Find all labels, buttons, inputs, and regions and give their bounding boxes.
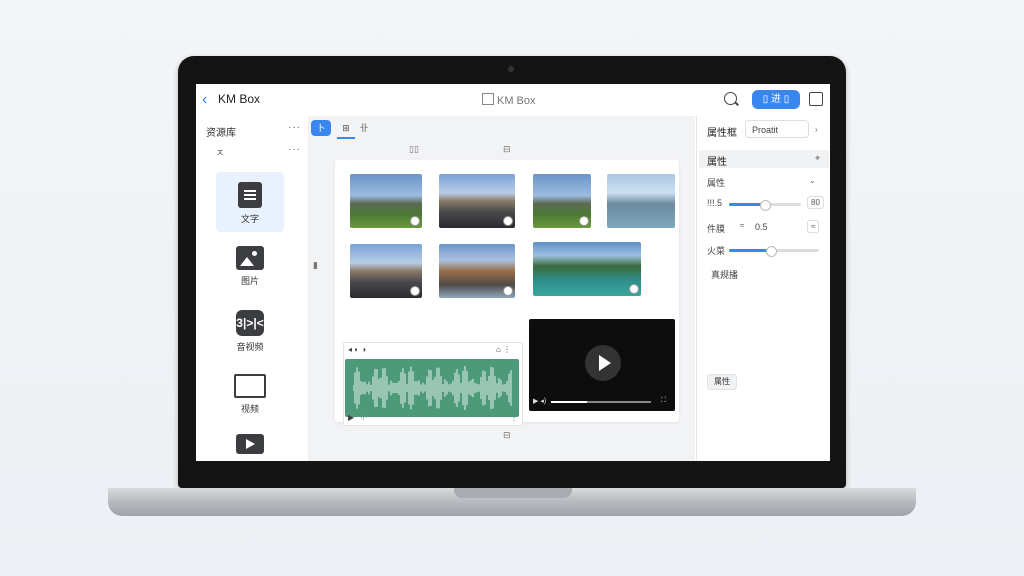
audio-controls-left[interactable]: ◂ ◐ ◑ (348, 345, 366, 354)
preset-select[interactable]: Proatit (745, 120, 809, 138)
export-button[interactable]: ▯ 进 ▯ (752, 90, 800, 109)
section-header[interactable]: 属性 ⌖ (699, 150, 829, 168)
tool-align[interactable]: 卝 (357, 120, 371, 136)
audio-time: ·/· (360, 413, 368, 422)
video-icon (236, 434, 264, 454)
edit-badge-icon[interactable] (503, 216, 513, 226)
row-label: 属性 (707, 178, 726, 188)
sidebar-item-label: 音视频 (236, 342, 264, 352)
value-chip[interactable]: 80 (807, 196, 824, 209)
audio-icon: 3|>|< (236, 310, 264, 336)
tool-grid[interactable]: ⊞ (337, 120, 355, 136)
more-icon[interactable]: ··· (288, 122, 301, 133)
image-icon (236, 246, 264, 270)
chevron-left-icon[interactable]: ‹ (202, 91, 207, 109)
more-icon-2[interactable]: ··· (288, 144, 301, 155)
handle-icon[interactable]: ▮ (313, 260, 318, 271)
image-thumbnail[interactable] (533, 174, 591, 228)
waveform (345, 359, 519, 417)
edit-badge-icon[interactable] (410, 286, 420, 296)
scale-slider[interactable] (729, 246, 819, 257)
play-icon[interactable]: ▶ (348, 413, 354, 422)
frame-icon[interactable]: ⊟ (503, 144, 511, 155)
sidebar-item-image[interactable]: 图片 (216, 236, 284, 296)
laptop-lid: ‹ KM Box KM Box ▯ 进 ▯ 资源库 ··· ㅈ ··· 文字 图… (178, 56, 846, 488)
sidebar-item-text[interactable]: 文字 (216, 172, 284, 232)
edit-badge-icon[interactable] (579, 216, 589, 226)
frame-icon-bottom[interactable]: ⊟ (503, 430, 511, 441)
audio-waveform-block[interactable]: ◂ ◐ ◑ ⌂ ⋮ ▶ ·/· ⋮ (343, 342, 523, 426)
video-controls[interactable]: ▶ ◂) (533, 397, 546, 405)
tool-select[interactable]: 卜 (311, 120, 331, 136)
resource-sidebar: 资源库 ··· ㅈ ··· 文字 图片 3|>|< 音视频 视频 (196, 116, 309, 461)
sidebar-item-label: 图片 (240, 276, 259, 286)
image-thumbnail[interactable] (439, 244, 515, 298)
book-icon[interactable]: ▯▯ (409, 144, 419, 155)
row-value: 0.5 (755, 222, 768, 232)
document-icon (238, 182, 262, 208)
sidebar-title: 资源库 (206, 128, 236, 139)
canvas-area: 卜 ⊞ 卝 ▯▯ ⊟ ▮ ◂ ◐ ◑ ⌂ ⋮ ▶ ·/· ⋮ ▶ ◂) ⛶ ⊟ (309, 116, 695, 461)
play-icon[interactable] (585, 345, 621, 381)
value-chip[interactable]: ≈ (807, 220, 820, 233)
laptop-base (108, 488, 916, 516)
row-label: 件膜 (707, 224, 726, 234)
image-thumbnail[interactable] (439, 174, 515, 228)
slider-fill (729, 203, 764, 206)
audio-controls-right[interactable]: ⌂ ⋮ (496, 345, 511, 354)
screen: ‹ KM Box KM Box ▯ 进 ▯ 资源库 ··· ㅈ ··· 文字 图… (196, 84, 830, 461)
waveform-lines (353, 366, 512, 410)
image-thumbnail[interactable] (533, 242, 641, 296)
more-icon[interactable]: ⋮ (510, 413, 518, 422)
edit-badge-icon[interactable] (410, 216, 420, 226)
tab-underline (337, 137, 355, 139)
image-thumbnail[interactable] (350, 244, 422, 298)
image-thumbnail[interactable] (607, 174, 675, 228)
chevron-right-icon[interactable]: › (815, 125, 818, 134)
slider-knob[interactable] (765, 246, 777, 257)
panel-title: 属性框 (707, 128, 737, 139)
image-thumbnail[interactable] (350, 174, 422, 228)
properties-panel: 属性框 Proatit › 属性 ⌖ 属性 ⌄ !!!.5 80 件膜 ≈ 0.… (696, 116, 830, 461)
share-icon[interactable] (809, 92, 823, 106)
laptop: ‹ KM Box KM Box ▯ 进 ▯ 资源库 ··· ㅈ ··· 文字 图… (0, 0, 1024, 576)
edit-badge-icon[interactable] (629, 284, 639, 294)
camera (508, 66, 514, 72)
box-icon (482, 93, 494, 105)
link-icon[interactable]: ≈ (737, 220, 747, 231)
slider-fill (729, 249, 770, 252)
sidebar-item-video[interactable]: 视频 (216, 364, 284, 424)
app-title: KM Box (218, 92, 261, 106)
section-title: 属性 (707, 157, 727, 168)
chevron-down-icon[interactable]: ⌄ (809, 176, 816, 185)
video-progress[interactable] (551, 401, 651, 403)
sidebar-subtitle: ㅈ (216, 148, 225, 158)
sidebar-item-audio[interactable]: 3|>|< 音视频 (216, 300, 284, 360)
monitor-icon (234, 374, 266, 398)
edit-badge-icon[interactable] (503, 286, 513, 296)
property-button[interactable]: 属性 (707, 374, 737, 390)
laptop-notch (454, 488, 572, 498)
row-label: !!!.5 (707, 198, 723, 208)
video-player[interactable]: ▶ ◂) ⛶ (529, 319, 675, 411)
search-icon[interactable] (724, 92, 737, 105)
fullscreen-icon[interactable]: ⛶ (661, 397, 666, 405)
sidebar-item-label: 文字 (240, 214, 259, 224)
canvas-board[interactable]: ◂ ◐ ◑ ⌂ ⋮ ▶ ·/· ⋮ ▶ ◂) ⛶ (335, 160, 679, 426)
document-title: KM Box (482, 93, 536, 107)
pin-icon[interactable]: ⌖ (815, 153, 820, 164)
opacity-slider[interactable] (729, 200, 801, 211)
row-label: 真规播 (711, 270, 739, 280)
top-bar: ‹ KM Box KM Box ▯ 进 ▯ (196, 84, 830, 117)
sidebar-item-label: 视频 (240, 404, 259, 414)
row-label: 火菜 (707, 246, 726, 256)
document-title-text: KM Box (497, 95, 536, 107)
sidebar-item-player[interactable] (216, 424, 284, 461)
slider-knob[interactable] (759, 200, 771, 211)
